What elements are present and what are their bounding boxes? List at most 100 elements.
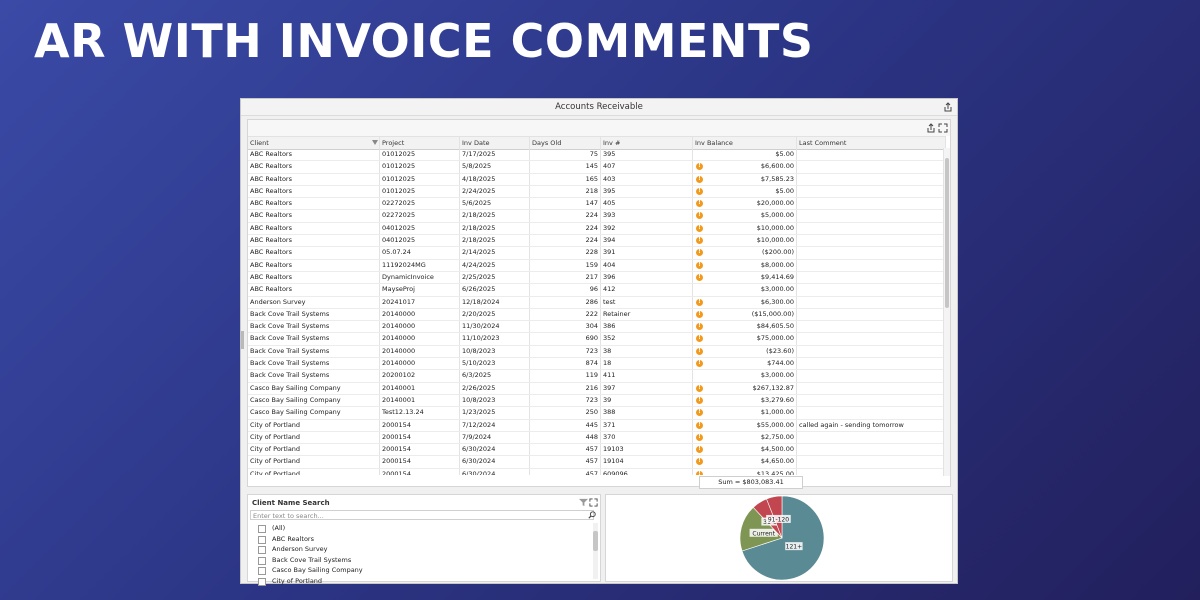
- project-cell: 01012025: [380, 185, 460, 198]
- table-row[interactable]: ABC Realtors DynamicInvoice 2/25/2025 217 39…: [248, 271, 946, 285]
- inv-number-cell: 405: [601, 198, 693, 210]
- project-cell: 01012025: [380, 161, 460, 173]
- warning-icon: !: [696, 360, 703, 368]
- client-search-scrollbar[interactable]: [593, 523, 598, 579]
- checkbox[interactable]: [258, 525, 266, 533]
- table-row[interactable]: ABC Realtors 05.07.24 2/14/2025 228 391! ($20…: [248, 247, 946, 260]
- grid-toolbar: [248, 120, 950, 136]
- table-row[interactable]: City of Portland 2000154 6/30/2024 457 60909…: [248, 468, 946, 475]
- days-old-cell: 457: [530, 456, 601, 468]
- aging-chart-panel: 121+Current31-6091-120: [605, 494, 953, 582]
- checkbox[interactable]: [258, 577, 266, 586]
- project-cell: 2000154: [380, 468, 460, 475]
- table-row[interactable]: ABC Realtors 02272025 2/18/2025 224 393! $5,0…: [248, 210, 946, 223]
- client-search-scrollbar-thumb[interactable]: [593, 531, 598, 551]
- days-old-cell: 304: [530, 321, 601, 333]
- inv-number-cell: 407: [601, 161, 693, 173]
- inv-number-cell: 19103: [601, 444, 693, 456]
- inv-number-cell: 403: [601, 173, 693, 185]
- client-cell: ABC Realtors: [248, 271, 380, 284]
- client-search-item[interactable]: Casco Bay Sailing Company: [258, 565, 588, 576]
- client-search-item-label: Casco Bay Sailing Company: [272, 566, 363, 575]
- inv-date-cell: 10/8/2023: [460, 345, 530, 358]
- client-cell: Back Cove Trail Systems: [248, 345, 380, 358]
- filter-icon[interactable]: [372, 140, 378, 145]
- expand-icon[interactable]: [938, 123, 948, 133]
- column-header-project[interactable]: Project: [380, 137, 460, 149]
- table-row[interactable]: ABC Realtors 02272025 5/6/2025 147 405! $20,0…: [248, 198, 946, 211]
- table-row[interactable]: City of Portland 2000154 7/12/2024 445 371! $…: [248, 419, 946, 432]
- splitter-handle[interactable]: [241, 331, 244, 349]
- table-row[interactable]: Back Cove Trail Systems 20140000 2/20/2025…: [248, 308, 946, 322]
- column-header-inv-date[interactable]: Inv Date: [460, 137, 530, 149]
- table-row[interactable]: Back Cove Trail Systems 20200102 6/3/2025 1…: [248, 370, 946, 383]
- column-header-client[interactable]: Client: [248, 137, 380, 149]
- client-cell: Anderson Survey: [248, 296, 380, 308]
- table-row[interactable]: ABC Realtors 04012025 2/18/2025 224 392! $10,…: [248, 222, 946, 236]
- client-cell: Casco Bay Sailing Company: [248, 407, 380, 419]
- warning-icon: !: [696, 224, 703, 232]
- table-row[interactable]: Anderson Survey 20241017 12/18/2024 286 test…: [248, 296, 946, 309]
- table-row[interactable]: ABC Realtors 01012025 7/17/2025 75 395 $5.00: [248, 149, 946, 162]
- client-search-input[interactable]: Enter text to search...: [250, 510, 594, 520]
- grid-scrollbar[interactable]: [943, 148, 950, 476]
- table-row[interactable]: Casco Bay Sailing Company Test12.13.24 1/2…: [248, 407, 946, 420]
- table-row[interactable]: Back Cove Trail Systems 20140000 11/10/202…: [248, 333, 946, 346]
- table-row[interactable]: Back Cove Trail Systems 20140000 10/8/2023…: [248, 345, 946, 359]
- table-row[interactable]: ABC Realtors 04012025 2/18/2025 224 394! $10,…: [248, 235, 946, 248]
- column-header-inv-number[interactable]: Inv #: [601, 137, 693, 149]
- column-header-inv-balance[interactable]: Inv Balance: [693, 137, 797, 149]
- grid-export-icon[interactable]: [926, 123, 936, 133]
- column-header-days-old[interactable]: Days Old: [530, 137, 601, 149]
- client-cell: ABC Realtors: [248, 198, 380, 210]
- checkbox[interactable]: [258, 567, 266, 576]
- search-icon[interactable]: [588, 511, 596, 519]
- inv-balance-cell: ! $10,000.00: [693, 222, 797, 235]
- client-search-item[interactable]: ABC Realtors: [258, 534, 588, 545]
- inv-number-cell: 38: [601, 345, 693, 358]
- inv-date-cell: 4/24/2025: [460, 259, 530, 271]
- inv-date-cell: 1/23/2025: [460, 407, 530, 419]
- column-header-last-comment[interactable]: Last Comment: [797, 137, 946, 149]
- table-row[interactable]: Back Cove Trail Systems 20140000 11/30/202…: [248, 321, 946, 334]
- export-icon[interactable]: [943, 102, 953, 112]
- days-old-cell: 228: [530, 247, 601, 259]
- table-row[interactable]: City of Portland 2000154 6/30/2024 457 19104…: [248, 456, 946, 469]
- inv-number-cell: 397: [601, 382, 693, 394]
- table-row[interactable]: Casco Bay Sailing Company 20140001 10/8/20…: [248, 394, 946, 408]
- client-search-item[interactable]: City of Portland: [258, 576, 588, 587]
- checkbox[interactable]: [258, 535, 266, 544]
- table-row[interactable]: ABC Realtors 01012025 4/18/2025 165 403! $7,5…: [248, 173, 946, 186]
- inv-number-cell: 395: [601, 149, 693, 161]
- warning-icon: !: [696, 249, 703, 257]
- pie-slice-label: Current: [752, 530, 775, 537]
- warning-icon: !: [696, 212, 703, 220]
- table-row[interactable]: ABC Realtors 01012025 5/8/2025 145 407! $6,60…: [248, 161, 946, 174]
- table-row[interactable]: City of Portland 2000154 7/9/2024 448 370! $2…: [248, 431, 946, 445]
- project-cell: 20140000: [380, 333, 460, 345]
- grid-scrollbar-thumb[interactable]: [945, 158, 949, 308]
- inv-date-cell: 6/26/2025: [460, 284, 530, 296]
- inv-number-cell: 386: [601, 321, 693, 333]
- table-row[interactable]: ABC Realtors 01012025 2/24/2025 218 395! $5.0…: [248, 185, 946, 199]
- checkbox[interactable]: [258, 546, 266, 555]
- table-row[interactable]: City of Portland 2000154 6/30/2024 457 19103…: [248, 444, 946, 457]
- table-row[interactable]: ABC Realtors MayseProj 6/26/2025 96 412 $3,00…: [248, 284, 946, 297]
- client-search-item[interactable]: Anderson Survey: [258, 544, 588, 555]
- last-comment-cell: [797, 284, 946, 296]
- table-row[interactable]: ABC Realtors 11192024MG 4/24/2025 159 404! $8…: [248, 259, 946, 272]
- sum-summary: Sum = $803,083.41: [699, 476, 803, 489]
- filter-icon[interactable]: [579, 498, 588, 507]
- expand-icon[interactable]: [589, 498, 598, 507]
- table-row[interactable]: Back Cove Trail Systems 20140000 5/10/2023…: [248, 358, 946, 371]
- warning-icon: !: [696, 446, 703, 454]
- project-cell: 04012025: [380, 235, 460, 247]
- client-search-item[interactable]: Back Cove Trail Systems: [258, 555, 588, 566]
- inv-balance-cell: ! ($15,000.00): [693, 308, 797, 321]
- aging-pie-chart: 121+Current31-6091-120: [739, 495, 825, 581]
- client-search-item[interactable]: (All): [258, 523, 588, 534]
- inv-balance-cell: ! $7,585.23: [693, 173, 797, 185]
- table-row[interactable]: Casco Bay Sailing Company 20140001 2/26/20…: [248, 382, 946, 395]
- checkbox[interactable]: [258, 556, 266, 565]
- project-cell: MayseProj: [380, 284, 460, 296]
